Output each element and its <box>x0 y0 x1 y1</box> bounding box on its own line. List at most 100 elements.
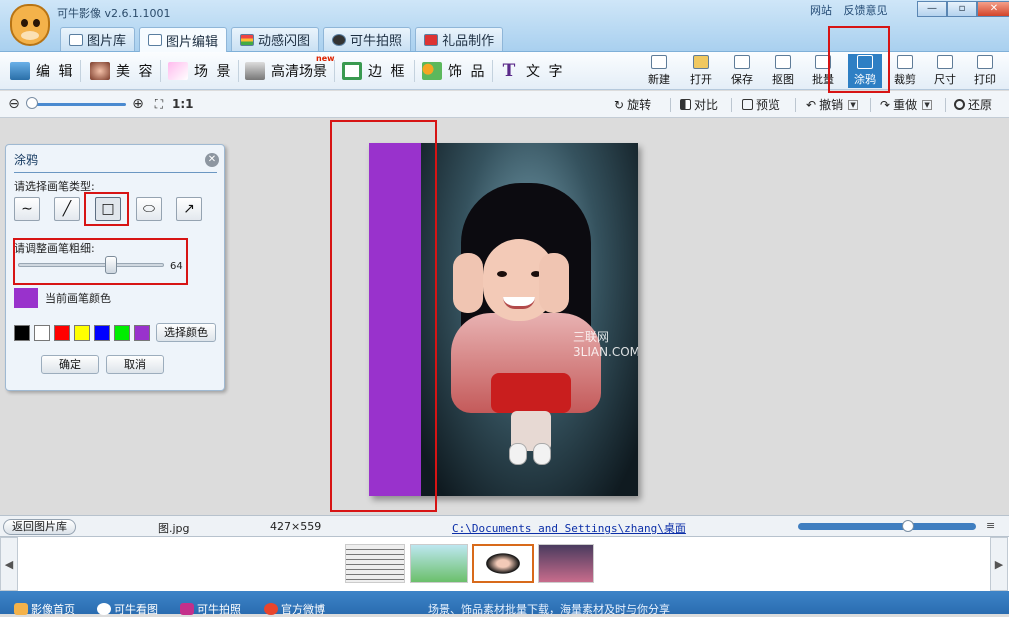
thumbnail-2[interactable] <box>410 544 468 583</box>
thumbnail-zoom-track[interactable] <box>798 523 976 530</box>
compare-button[interactable]: 对比 <box>680 96 718 113</box>
redo-icon: ↷ <box>880 97 891 112</box>
cow-logo-icon <box>14 603 28 615</box>
choose-color-button[interactable]: 选择颜色 <box>156 323 216 342</box>
tool-text[interactable]: T文 字 <box>500 58 564 84</box>
thumbnail-4[interactable] <box>538 544 594 583</box>
redo-dropdown-icon[interactable]: ▼ <box>922 99 933 110</box>
ellipse-brush-button[interactable]: ⬭ <box>136 197 162 221</box>
scene-icon <box>168 62 188 80</box>
thumbnail-zoom-thumb[interactable] <box>902 520 915 532</box>
open-button[interactable]: 打开 <box>684 54 718 88</box>
resize-button[interactable]: 尺寸 <box>928 54 962 88</box>
tool-edit[interactable]: 编 辑 <box>10 58 74 84</box>
cancel-button[interactable]: 取消 <box>106 355 164 374</box>
color-swatch-black[interactable] <box>14 325 30 341</box>
footer-viewer-link[interactable]: 可牛看图 <box>97 601 158 617</box>
color-swatch-blue[interactable] <box>94 325 110 341</box>
minimize-icon[interactable]: — <box>917 1 947 17</box>
restore-button[interactable]: 还原 <box>954 96 992 113</box>
website-link[interactable]: 网站 <box>810 4 832 17</box>
tool-frame[interactable]: 边 框 <box>342 58 406 84</box>
tab-gallery[interactable]: 图片库 <box>60 27 136 51</box>
undo-dropdown-icon[interactable]: ▼ <box>848 99 859 110</box>
cutout-button[interactable]: 抠图 <box>766 54 800 88</box>
save-icon <box>734 55 750 69</box>
frame-icon <box>342 62 362 80</box>
new-file-icon <box>651 55 667 69</box>
save-button[interactable]: 保存 <box>725 54 759 88</box>
gift-icon <box>424 33 439 46</box>
accessory-icon <box>422 62 442 80</box>
back-to-gallery-button[interactable]: 返回图片库 <box>3 519 76 535</box>
actual-size-button[interactable]: 1:1 <box>172 97 194 111</box>
restore-icon <box>954 99 965 110</box>
feedback-link[interactable]: 反馈意见 <box>844 4 888 17</box>
undo-icon: ↶ <box>806 97 817 112</box>
hd-scene-icon <box>245 62 265 80</box>
color-swatch-green[interactable] <box>114 325 130 341</box>
close-icon[interactable]: ✕ <box>205 153 219 167</box>
footer-weibo-link[interactable]: 官方微博 <box>264 601 325 617</box>
crop-icon <box>897 55 913 69</box>
line-brush-button[interactable]: ╱ <box>54 197 80 221</box>
undo-button[interactable]: ↶ 撤销 ▼ <box>806 96 859 113</box>
preview-icon <box>742 99 753 110</box>
ok-button[interactable]: 确定 <box>41 355 99 374</box>
cutout-icon <box>775 55 791 69</box>
redo-button[interactable]: ↷ 重做 ▼ <box>880 96 933 113</box>
file-path-link[interactable]: C:\Documents and Settings\zhang\桌面 <box>452 520 686 536</box>
ellipse-brush-icon: ⬭ <box>143 201 155 217</box>
tool-hd-scene[interactable]: 高清场景 <box>245 58 327 84</box>
freehand-brush-button[interactable]: ∼ <box>14 197 40 221</box>
highlight-box-graffiti <box>828 26 890 93</box>
line-brush-icon: ╱ <box>62 201 72 217</box>
menu-icon[interactable]: ≡ <box>986 520 998 532</box>
top-links: 网站 反馈意见 <box>810 2 896 18</box>
color-swatch-white[interactable] <box>34 325 50 341</box>
tab-image-edit[interactable]: 图片编辑 <box>139 27 228 52</box>
tool-scene[interactable]: 场 景 <box>168 58 232 84</box>
color-swatch-red[interactable] <box>54 325 70 341</box>
tab-camera[interactable]: 可牛拍照 <box>323 27 412 51</box>
cow-logo-icon <box>10 4 50 46</box>
print-button[interactable]: 打印 <box>968 54 1002 88</box>
tool-beauty[interactable]: 美 容 <box>90 58 154 84</box>
thumbnail-1[interactable] <box>345 544 405 583</box>
weibo-icon <box>264 603 278 615</box>
text-icon: T <box>502 61 518 81</box>
tab-animation[interactable]: 动感闪图 <box>231 27 320 51</box>
zoom-out-icon[interactable]: ⊖ <box>6 96 22 112</box>
footer-camera-link[interactable]: 可牛拍照 <box>180 601 241 617</box>
camera-icon <box>180 603 194 615</box>
zoom-slider-track[interactable] <box>28 103 126 106</box>
arrow-brush-button[interactable]: ↗ <box>176 197 202 221</box>
footer-bar: 影像首页 可牛看图 可牛拍照 官方微博 场景、饰品素材批量下载，海量素材及时与你… <box>0 591 1009 617</box>
color-swatch-purple[interactable] <box>134 325 150 341</box>
status-bar: 返回图片库 图.jpg 427×559 C:\Documents and Set… <box>0 515 1009 537</box>
color-swatch-yellow[interactable] <box>74 325 90 341</box>
preview-button[interactable]: 预览 <box>742 96 780 113</box>
eye-icon <box>97 603 111 615</box>
image-dimensions: 427×559 <box>270 520 322 533</box>
close-icon[interactable]: ✕ <box>977 1 1009 17</box>
zoom-in-icon[interactable]: ⊕ <box>130 96 146 112</box>
crop-button[interactable]: 裁剪 <box>888 54 922 88</box>
gallery-icon <box>69 33 83 46</box>
scroll-left-icon[interactable]: ◀ <box>0 537 18 591</box>
zoom-slider-thumb[interactable] <box>25 97 38 109</box>
rotate-button[interactable]: ↻ 旋转 <box>614 96 651 113</box>
tab-gift[interactable]: 礼品制作 <box>415 27 504 51</box>
tool-accessory[interactable]: 饰 品 <box>422 58 486 84</box>
new-button[interactable]: 新建 <box>642 54 676 88</box>
resize-icon <box>937 55 953 69</box>
main-tabs: 图片库 图片编辑 动感闪图 可牛拍照 礼品制作 <box>60 27 504 52</box>
scroll-right-icon[interactable]: ▶ <box>990 537 1008 591</box>
maximize-icon[interactable]: ▫ <box>947 1 977 17</box>
fit-window-icon[interactable]: ⛶ <box>151 96 167 112</box>
thumbnail-3[interactable] <box>472 544 534 583</box>
photo: 三联网 3LIAN.COM <box>421 143 638 496</box>
file-name: 图.jpg <box>158 522 190 535</box>
animation-icon <box>240 33 255 46</box>
footer-home-link[interactable]: 影像首页 <box>14 601 75 617</box>
